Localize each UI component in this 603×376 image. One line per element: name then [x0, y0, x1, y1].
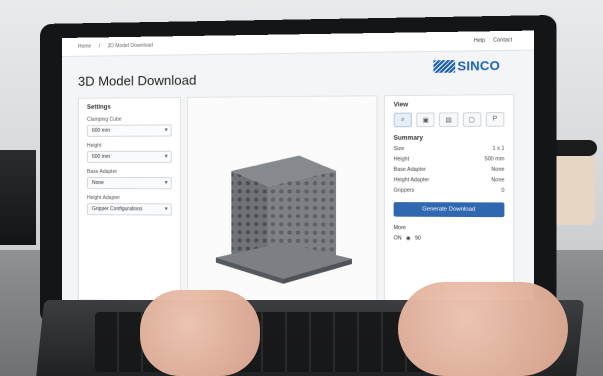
top-links: Help Contact: [467, 37, 512, 44]
summary-row-height: Height 500 mm: [394, 156, 505, 162]
generate-download-button[interactable]: Generate Download: [393, 202, 505, 218]
contact-link[interactable]: Contact: [493, 37, 512, 44]
brand-logo: SINCO: [433, 56, 509, 78]
more-toggle[interactable]: ON: [394, 235, 402, 241]
height-adapter-label: Height Adapter: [86, 195, 121, 202]
summary-row-grippers: Grippers 0: [394, 188, 505, 194]
clamping-cube-model: [215, 155, 352, 285]
summary-label: Grippers: [393, 187, 415, 194]
more-value[interactable]: 90: [415, 235, 421, 241]
brand-mark-icon: [433, 60, 456, 73]
summary-value: None: [491, 166, 505, 173]
more-section: More: [394, 225, 505, 232]
base-adapter-field: Base Adapter None: [86, 168, 172, 190]
summary-row-base-adapter: Base Adapter None: [394, 167, 505, 173]
breadcrumb-separator: /: [98, 43, 101, 50]
more-label: More: [393, 224, 406, 232]
laptop-screen: Home / 3D Model Download Help Contact SI…: [62, 30, 535, 316]
brand-wordmark: SINCO: [457, 58, 501, 74]
clamping-cube-field: Clamping Cube 600 mm: [86, 116, 172, 137]
height-field: Height 500 mm: [86, 142, 172, 163]
settings-panel: Settings Clamping Cube 600 mm Height 500…: [77, 96, 181, 302]
page-title: 3D Model Download: [77, 72, 197, 89]
view-search-button[interactable]: ⌕: [393, 112, 413, 128]
breadcrumb: Home / 3D Model Download: [78, 43, 159, 50]
summary-label: Height: [393, 156, 410, 163]
summary-label: Height Adapter: [393, 177, 430, 184]
view-frame-button[interactable]: ▢: [462, 112, 482, 127]
breadcrumb-home[interactable]: Home: [78, 44, 91, 50]
summary-value: 500 mm: [484, 156, 505, 163]
photo-scene: Home / 3D Model Download Help Contact SI…: [0, 0, 603, 376]
summary-label: Base Adapter: [393, 166, 426, 173]
settings-title: Settings: [86, 104, 111, 111]
more-controls: ON ◉ 90: [394, 235, 505, 242]
frame-icon: ▢: [468, 116, 475, 124]
clamping-cube-select[interactable]: 600 mm: [86, 124, 172, 137]
base-adapter-label: Base Adapter: [86, 168, 118, 176]
view-text-button[interactable]: P: [485, 112, 505, 127]
summary-row-height-adapter: Height Adapter None: [394, 177, 505, 183]
summary-value: 1 x 1: [492, 145, 505, 152]
search-icon: ⌕: [401, 116, 405, 123]
cube-icon: ▣: [422, 117, 429, 124]
summary-title: Summary: [393, 135, 424, 142]
view-image-button[interactable]: ▤: [439, 112, 459, 128]
right-panel: View ⌕ ▣ ▤ ▢ P Summary Size 1 x 1 Height…: [383, 94, 515, 307]
help-link[interactable]: Help: [474, 38, 485, 44]
image-icon: ▤: [445, 117, 452, 124]
height-label: Height: [86, 142, 102, 149]
height-adapter-field: Height Adapter Gripper Configurations: [86, 195, 172, 216]
model-viewer[interactable]: [187, 95, 378, 305]
base-adapter-select[interactable]: None: [86, 177, 172, 190]
pen-holder: [0, 150, 36, 245]
view-cube-button[interactable]: ▣: [416, 112, 436, 128]
breadcrumb-current: 3D Model Download: [107, 42, 154, 50]
height-select[interactable]: 500 mm: [86, 150, 172, 163]
view-buttons: ⌕ ▣ ▤ ▢ P: [393, 112, 505, 128]
summary-value: 0: [501, 187, 505, 195]
summary-row-size: Size 1 x 1: [394, 146, 505, 153]
summary-value: None: [491, 177, 505, 184]
view-title: View: [393, 102, 409, 109]
text-icon: P: [492, 116, 498, 123]
left-hand: [140, 290, 260, 376]
gripper-config-select[interactable]: Gripper Configurations: [86, 203, 172, 216]
right-hand: [398, 282, 568, 376]
eye-icon[interactable]: ◉: [406, 235, 411, 241]
summary-label: Size: [393, 145, 405, 153]
clamping-cube-label: Clamping Cube: [86, 116, 122, 123]
